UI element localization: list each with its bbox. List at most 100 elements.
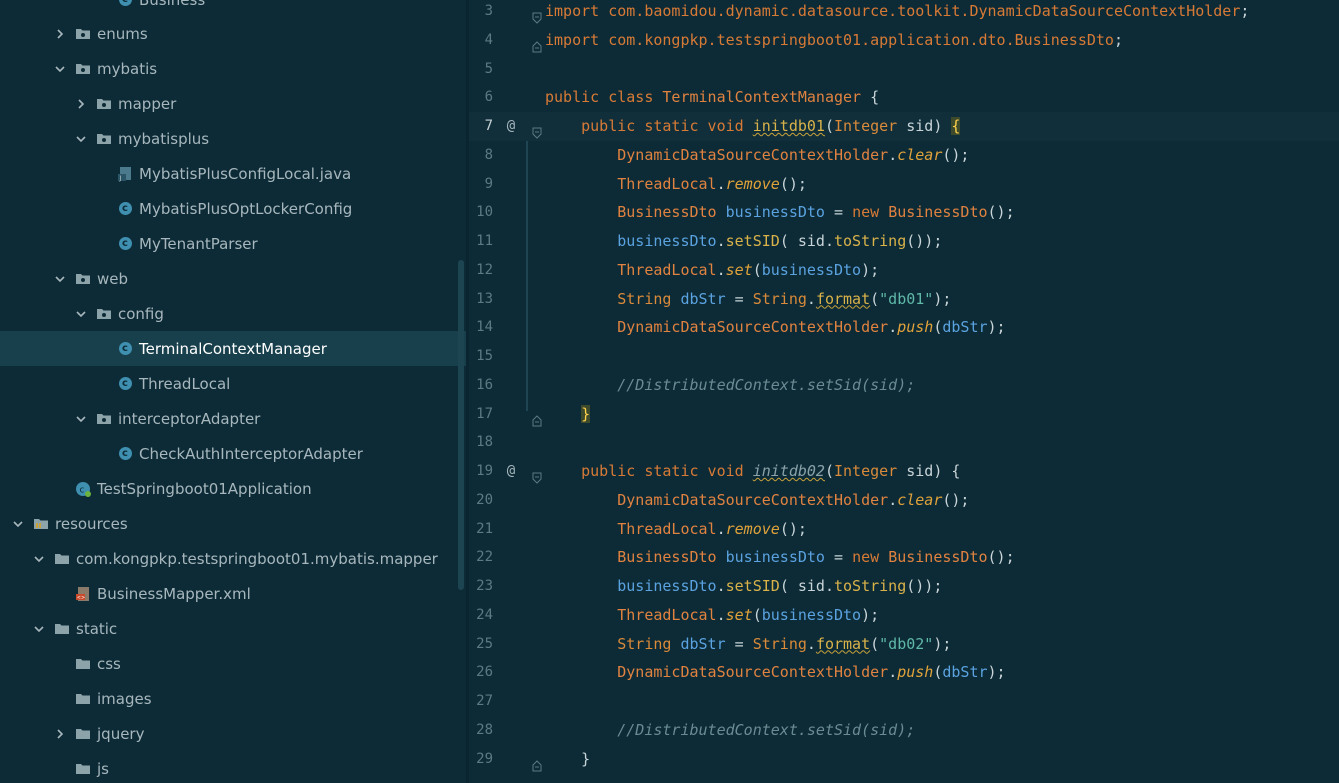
code-line[interactable]: 13 String dbStr = String.format("db01"); (469, 285, 1339, 314)
chevron-down-icon[interactable] (74, 132, 88, 146)
code-line[interactable]: 19 @ public static void initdb02(Integer … (469, 457, 1339, 486)
code-line[interactable]: 14 DynamicDataSourceContextHolder.push(d… (469, 313, 1339, 342)
tree-item-mybatis[interactable]: mybatis (0, 51, 466, 86)
line-number[interactable]: 23 (469, 572, 493, 601)
code-line[interactable]: 11 businessDto.setSID( sid.toString()); (469, 227, 1339, 256)
line-number[interactable]: 5 (469, 55, 493, 84)
tree-item-enums[interactable]: enums (0, 16, 466, 51)
line-number[interactable]: 4 (469, 26, 493, 55)
code-line[interactable]: 10 BusinessDto businessDto = new Busines… (469, 198, 1339, 227)
code-line[interactable]: 5 (469, 55, 1339, 84)
annotation-gutter-icon[interactable]: @ (503, 457, 519, 486)
line-number[interactable]: 29 (469, 745, 493, 774)
code-line[interactable]: 3 import com.baomidou.dynamic.datasource.… (469, 0, 1339, 26)
tree-item-js[interactable]: js (0, 751, 466, 783)
fold-start-icon[interactable] (532, 120, 542, 139)
code-line[interactable]: 4 import com.kongpkp.testspringboot01.app… (469, 26, 1339, 55)
tree-item-mapper[interactable]: mapper (0, 86, 466, 121)
tree-item-business[interactable]: c Business (0, 0, 466, 17)
line-number[interactable]: 20 (469, 486, 493, 515)
tree-item-images[interactable]: images (0, 681, 466, 716)
chevron-right-icon[interactable] (74, 97, 88, 111)
chevron-down-icon[interactable] (53, 62, 67, 76)
line-number[interactable]: 3 (469, 0, 493, 26)
tree-item-interceptoradapter[interactable]: interceptorAdapter (0, 401, 466, 436)
code-line[interactable]: 7 @ public static void initdb01(Integer s… (469, 112, 1339, 141)
code-text: DynamicDataSourceContextHolder.clear(); (545, 141, 969, 170)
code-line[interactable]: 6 public class TerminalContextManager { (469, 83, 1339, 112)
code-line[interactable]: 12 ThreadLocal.set(businessDto); (469, 256, 1339, 285)
tree-item-threadlocal[interactable]: c ThreadLocal (0, 366, 466, 401)
tree-item-terminalcontextmanager[interactable]: c TerminalContextManager (0, 331, 466, 366)
code-line[interactable]: 18 (469, 428, 1339, 457)
line-number[interactable]: 17 (469, 400, 493, 429)
line-number[interactable]: 21 (469, 515, 493, 544)
code-line[interactable]: 16 //DistributedContext.setSid(sid); (469, 371, 1339, 400)
fold-end-icon[interactable] (532, 34, 542, 53)
line-number[interactable]: 6 (469, 83, 493, 112)
line-number[interactable]: 24 (469, 601, 493, 630)
code-line[interactable]: 25 String dbStr = String.format("db02"); (469, 630, 1339, 659)
code-line[interactable]: 22 BusinessDto businessDto = new Busines… (469, 543, 1339, 572)
code-token: . (806, 634, 816, 653)
code-editor[interactable]: 3 import com.baomidou.dynamic.datasource.… (469, 0, 1339, 783)
fold-start-icon[interactable] (532, 465, 542, 484)
tree-item-checkauthinterceptoradapter[interactable]: c CheckAuthInterceptorAdapter (0, 436, 466, 471)
fold-start-icon[interactable] (532, 5, 542, 24)
chevron-right-icon[interactable] (53, 727, 67, 741)
code-line[interactable]: 29 } (469, 745, 1339, 774)
tree-item-mybatisplusconfiglocal-java[interactable]: J MybatisPlusConfigLocal.java (0, 156, 466, 191)
code-line[interactable]: 15 (469, 342, 1339, 371)
line-number[interactable]: 13 (469, 285, 493, 314)
tree-item-mytenantparser[interactable]: c MyTenantParser (0, 226, 466, 261)
line-number[interactable]: 8 (469, 141, 493, 170)
line-number[interactable]: 11 (469, 227, 493, 256)
line-number[interactable]: 28 (469, 716, 493, 745)
code-line[interactable]: 28 //DistributedContext.setSid(sid); (469, 716, 1339, 745)
chevron-right-icon[interactable] (53, 27, 67, 41)
code-line[interactable]: 24 ThreadLocal.set(businessDto); (469, 601, 1339, 630)
chevron-down-icon[interactable] (74, 307, 88, 321)
code-line[interactable]: 17 } (469, 400, 1339, 429)
tree-item-resources[interactable]: resources (0, 506, 466, 541)
line-number[interactable]: 27 (469, 687, 493, 716)
line-number[interactable]: 19 (469, 457, 493, 486)
tree-item-com-kongpkp-testspringboot01-mybatis-mapper[interactable]: com.kongpkp.testspringboot01.mybatis.map… (0, 541, 466, 576)
chevron-down-icon[interactable] (74, 412, 88, 426)
code-line[interactable]: 26 DynamicDataSourceContextHolder.push(d… (469, 658, 1339, 687)
line-number[interactable]: 7 (469, 112, 493, 141)
line-number[interactable]: 15 (469, 342, 493, 371)
line-number[interactable]: 18 (469, 428, 493, 457)
tree-item-css[interactable]: css (0, 646, 466, 681)
tree-item-businessmapper-xml[interactable]: <> BusinessMapper.xml (0, 576, 466, 611)
fold-end-icon[interactable] (532, 408, 542, 426)
line-number[interactable]: 12 (469, 256, 493, 285)
code-line[interactable]: 8 DynamicDataSourceContextHolder.clear()… (469, 141, 1339, 170)
project-tree-scrollbar[interactable] (458, 260, 464, 590)
annotation-gutter-icon[interactable]: @ (503, 112, 519, 141)
tree-item-testspringboot01application[interactable]: c TestSpringboot01Application (0, 471, 466, 506)
line-number[interactable]: 25 (469, 630, 493, 659)
chevron-down-icon[interactable] (53, 272, 67, 286)
tree-item-mybatisplusoptlockerconfig[interactable]: c MybatisPlusOptLockerConfig (0, 191, 466, 226)
line-number[interactable]: 14 (469, 313, 493, 342)
line-number[interactable]: 22 (469, 543, 493, 572)
code-line[interactable]: 21 ThreadLocal.remove(); (469, 515, 1339, 544)
tree-item-mybatisplus[interactable]: mybatisplus (0, 121, 466, 156)
code-line[interactable]: 20 DynamicDataSourceContextHolder.clear(… (469, 486, 1339, 515)
code-line[interactable]: 9 ThreadLocal.remove(); (469, 170, 1339, 199)
line-number[interactable]: 9 (469, 170, 493, 199)
chevron-down-icon[interactable] (32, 622, 46, 636)
tree-item-static[interactable]: static (0, 611, 466, 646)
code-line[interactable]: 23 businessDto.setSID( sid.toString()); (469, 572, 1339, 601)
code-line[interactable]: 27 (469, 687, 1339, 716)
line-number[interactable]: 26 (469, 658, 493, 687)
line-number[interactable]: 16 (469, 371, 493, 400)
tree-item-config[interactable]: config (0, 296, 466, 331)
tree-item-web[interactable]: web (0, 261, 466, 296)
tree-item-jquery[interactable]: jquery (0, 716, 466, 751)
fold-end-icon[interactable] (532, 753, 542, 771)
chevron-down-icon[interactable] (11, 517, 25, 531)
line-number[interactable]: 10 (469, 198, 493, 227)
chevron-down-icon[interactable] (32, 552, 46, 566)
